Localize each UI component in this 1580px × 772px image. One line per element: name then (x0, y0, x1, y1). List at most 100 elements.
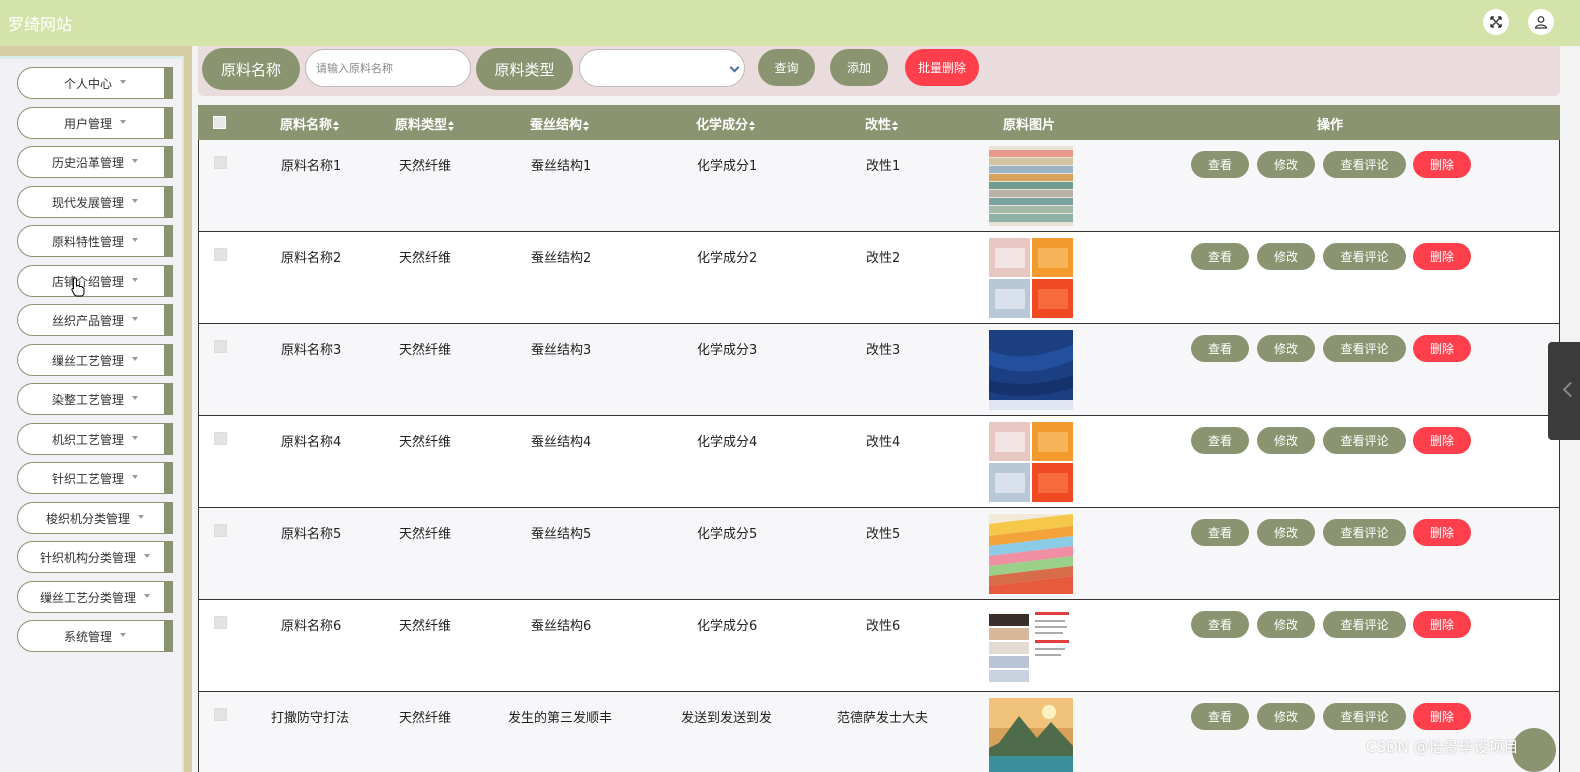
sidebar-item-dyeing-process[interactable]: 染整工艺管理 (17, 383, 173, 415)
view-button[interactable]: 查看 (1191, 335, 1249, 362)
type-select[interactable] (579, 49, 745, 87)
sidebar-item-silk-products[interactable]: 丝织产品管理 (17, 304, 173, 336)
caret-down-icon (120, 80, 126, 84)
delete-button[interactable]: 删除 (1413, 703, 1471, 730)
row-checkbox[interactable] (214, 616, 227, 629)
sidebar-item-label: 机织工艺管理 (51, 432, 124, 447)
cell-chemistry: 化学成分5 (697, 527, 758, 542)
view-reviews-button[interactable]: 查看评论 (1323, 519, 1406, 546)
sidebar-item-user-management[interactable]: 用户管理 (17, 107, 173, 139)
view-reviews-button[interactable]: 查看评论 (1323, 703, 1406, 730)
edit-button[interactable]: 修改 (1257, 243, 1315, 270)
sidebar-item-reeling-category[interactable]: 缫丝工艺分类管理 (17, 581, 173, 613)
cell-chemistry: 化学成分4 (697, 435, 758, 450)
batch-delete-button[interactable]: 批量删除 (905, 49, 979, 86)
view-reviews-button[interactable]: 查看评论 (1323, 335, 1406, 362)
cell-chemistry: 发送到发送到发 (681, 711, 773, 726)
row-checkbox[interactable] (214, 248, 227, 261)
cell-type: 天然纤维 (399, 159, 452, 174)
sort-icon (448, 120, 455, 131)
caret-down-icon (132, 159, 138, 163)
delete-button[interactable]: 删除 (1413, 151, 1471, 178)
edit-button[interactable]: 修改 (1257, 611, 1315, 638)
fullscreen-icon[interactable] (1483, 9, 1509, 35)
user-icon[interactable] (1528, 9, 1554, 35)
material-image (989, 146, 1073, 226)
main-content: 原料名称 原料类型 查询 添加 批量删除 原料名称 原料类型 蚕丝结构 化学成分… (192, 46, 1580, 772)
edit-button[interactable]: 修改 (1257, 335, 1315, 362)
delete-button[interactable]: 删除 (1413, 335, 1471, 362)
sidebar-item-loom-category[interactable]: 梭织机分类管理 (17, 502, 173, 534)
row-checkbox[interactable] (214, 156, 227, 169)
sidebar-item-history[interactable]: 历史沿革管理 (17, 146, 173, 178)
table-row: 原料名称3 天然纤维 蚕丝结构3 化学成分3 改性3 查看 修改 查看评论 删除 (198, 324, 1560, 416)
th-type[interactable]: 原料类型 (395, 114, 455, 133)
view-button[interactable]: 查看 (1191, 611, 1249, 638)
caret-down-icon (120, 120, 126, 124)
cell-structure: 发生的第三发顺丰 (508, 711, 613, 726)
delete-button[interactable]: 删除 (1413, 427, 1471, 454)
edit-button[interactable]: 修改 (1257, 427, 1315, 454)
collapse-panel-tab[interactable] (1548, 342, 1580, 440)
edit-button[interactable]: 修改 (1257, 703, 1315, 730)
view-button[interactable]: 查看 (1191, 427, 1249, 454)
row-checkbox[interactable] (214, 708, 227, 721)
view-button[interactable]: 查看 (1191, 519, 1249, 546)
edit-button[interactable]: 修改 (1257, 151, 1315, 178)
type-filter-label: 原料类型 (476, 48, 573, 90)
sidebar-item-modern-development[interactable]: 现代发展管理 (17, 186, 173, 218)
th-chemistry[interactable]: 化学成分 (696, 114, 756, 133)
view-reviews-button[interactable]: 查看评论 (1323, 611, 1406, 638)
row-checkbox[interactable] (214, 432, 227, 445)
sort-icon (749, 120, 756, 131)
delete-button[interactable]: 删除 (1413, 519, 1471, 546)
sidebar-item-reeling-process[interactable]: 缫丝工艺管理 (17, 344, 173, 376)
th-modification[interactable]: 改性 (865, 114, 899, 133)
view-button[interactable]: 查看 (1191, 243, 1249, 270)
th-structure[interactable]: 蚕丝结构 (530, 114, 590, 133)
name-search-input[interactable] (305, 49, 471, 87)
sidebar-item-material-properties[interactable]: 原料特性管理 (17, 225, 173, 257)
sidebar-item-system[interactable]: 系统管理 (17, 620, 173, 652)
table-row: 原料名称1 天然纤维 蚕丝结构1 化学成分1 改性1 查看 修改 查看评论 删除 (198, 140, 1560, 232)
sidebar-accent (0, 56, 184, 59)
sidebar-item-label: 梭织机分类管理 (45, 511, 130, 526)
cell-type: 天然纤维 (399, 711, 452, 726)
cell-chemistry: 化学成分1 (697, 159, 758, 174)
sort-icon (892, 120, 899, 131)
row-checkbox[interactable] (214, 524, 227, 537)
cell-name: 原料名称2 (281, 251, 342, 266)
cell-structure: 蚕丝结构2 (531, 251, 592, 266)
select-all-checkbox[interactable] (213, 116, 226, 129)
cell-type: 天然纤维 (399, 435, 452, 450)
material-image (989, 330, 1073, 410)
sidebar-item-shop-intro[interactable]: 店铺介绍管理 (17, 265, 173, 297)
view-reviews-button[interactable]: 查看评论 (1323, 243, 1406, 270)
sidebar-item-knitting-process[interactable]: 针织工艺管理 (17, 462, 173, 494)
edit-button[interactable]: 修改 (1257, 519, 1315, 546)
caret-down-icon (132, 475, 138, 479)
th-image: 原料图片 (1003, 118, 1056, 133)
delete-button[interactable]: 删除 (1413, 243, 1471, 270)
add-button[interactable]: 添加 (830, 49, 888, 86)
delete-button[interactable]: 删除 (1413, 611, 1471, 638)
sidebar-item-knitting-machine-category[interactable]: 针织机构分类管理 (17, 541, 173, 573)
caret-down-icon (138, 515, 144, 519)
material-image (989, 514, 1073, 594)
sidebar-item-label: 缫丝工艺管理 (51, 353, 124, 368)
hand-cursor-icon (71, 277, 85, 297)
material-image (989, 606, 1073, 686)
view-button[interactable]: 查看 (1191, 151, 1249, 178)
sidebar-item-personal-center[interactable]: 个人中心 (17, 67, 173, 99)
sidebar-item-label: 丝织产品管理 (51, 313, 124, 328)
sidebar-item-weaving-process[interactable]: 机织工艺管理 (17, 423, 173, 455)
cell-name: 原料名称1 (281, 159, 342, 174)
th-name[interactable]: 原料名称 (280, 114, 340, 133)
material-image (989, 422, 1073, 502)
view-button[interactable]: 查看 (1191, 703, 1249, 730)
view-reviews-button[interactable]: 查看评论 (1323, 427, 1406, 454)
query-button[interactable]: 查询 (758, 49, 815, 86)
row-checkbox[interactable] (214, 340, 227, 353)
cell-name: 打撒防守打法 (271, 711, 350, 726)
view-reviews-button[interactable]: 查看评论 (1323, 151, 1406, 178)
